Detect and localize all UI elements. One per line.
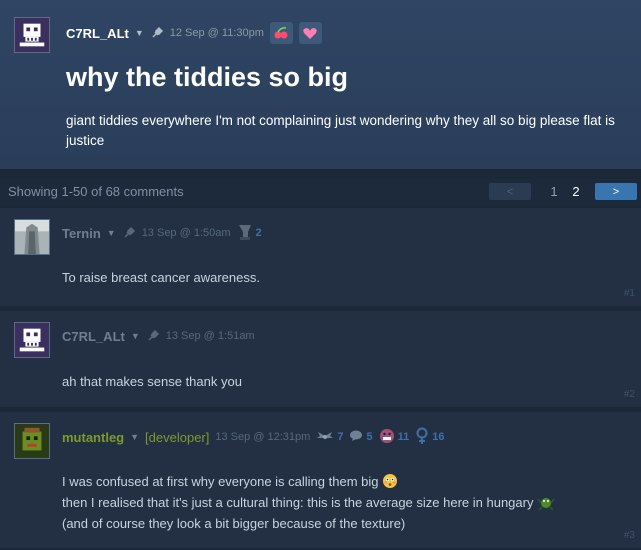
award-count: 11 [397, 431, 410, 443]
comment-author-row: mutantleg ▼ [developer] 13 Sep @ 12:31pm… [62, 427, 444, 448]
comment: C7RL_ALt ▼ 13 Sep @ 1:51am ah that makes… [0, 311, 641, 407]
commenter-avatar[interactable] [14, 219, 50, 255]
op-body: giant tiddies everywhere I'm not complai… [66, 113, 615, 148]
wings-award-icon [316, 430, 334, 445]
award-badge[interactable]: 7 [316, 430, 343, 445]
commenter-avatar[interactable] [14, 423, 50, 459]
chevron-down-icon[interactable]: ▼ [131, 331, 140, 341]
paging-bar: Showing 1-50 of 68 comments < 1 2 > [0, 179, 641, 205]
comment: Ternin ▼ 13 Sep @ 1:50am 2 To raise brea… [0, 208, 641, 306]
comment-author-name[interactable]: mutantleg [62, 430, 124, 445]
pin-icon [146, 329, 160, 343]
comment-line: I was confused at first why everyone is … [62, 473, 555, 494]
pin-icon [122, 226, 136, 240]
comment-author-name[interactable]: C7RL_ALt [62, 329, 125, 344]
op-author-name[interactable]: C7RL_ALt [66, 26, 129, 41]
award-badge[interactable]: 11 [379, 428, 410, 447]
pager: < 1 2 > [489, 183, 637, 200]
comment-line: then I realised that it's just a cultura… [62, 494, 555, 515]
comment-text: ah that makes sense thank you [62, 374, 242, 389]
chevron-down-icon[interactable]: ▼ [135, 28, 144, 38]
skull-icon [15, 323, 49, 357]
grinning-face-award-icon [379, 428, 395, 447]
award-badge[interactable]: 5 [349, 430, 373, 445]
comment-number[interactable]: #3 [624, 530, 635, 541]
original-post: C7RL_ALt ▼ 12 Sep @ 11:30pm why the tidd… [0, 0, 641, 170]
award-count: 16 [432, 431, 445, 443]
commenter-avatar[interactable] [14, 322, 50, 358]
comment-date: 13 Sep @ 1:51am [165, 330, 255, 342]
comment-line-text: then I realised that it's just a cultura… [62, 495, 534, 510]
op-avatar[interactable] [14, 17, 50, 53]
cherry-award-icon[interactable] [269, 22, 293, 44]
speech-bubble-award-icon [349, 430, 363, 445]
op-author-row: C7RL_ALt ▼ 12 Sep @ 11:30pm [66, 22, 322, 44]
comment-line-text: (and of course they look a bit bigger be… [62, 516, 406, 531]
comment-text: I was confused at first why everyone is … [62, 473, 555, 533]
award-count: 2 [255, 227, 262, 239]
comment-line-text: I was confused at first why everyone is … [62, 474, 379, 489]
heart-award-icon[interactable] [298, 22, 322, 44]
comment-date: 13 Sep @ 12:31pm [215, 431, 311, 443]
comment-author-name[interactable]: Ternin [62, 226, 101, 241]
trophy-award-icon [237, 223, 253, 244]
op-date: 12 Sep @ 11:30pm [169, 27, 264, 39]
chevron-down-icon[interactable]: ▼ [107, 228, 116, 238]
award-count: 5 [366, 431, 373, 443]
pin-icon [150, 26, 164, 40]
comment-number[interactable]: #2 [624, 389, 635, 400]
comment-date: 13 Sep @ 1:50am [141, 227, 231, 239]
comment: mutantleg ▼ [developer] 13 Sep @ 12:31pm… [0, 412, 641, 548]
green-creature-emoticon-icon [537, 494, 555, 515]
skull-icon [15, 18, 49, 52]
page-title: why the tiddies so big [66, 62, 349, 92]
prev-page-button[interactable]: < [489, 183, 531, 200]
next-page-button[interactable]: > [595, 183, 637, 200]
developer-tag: [developer] [145, 429, 210, 445]
comment-author-row: Ternin ▼ 13 Sep @ 1:50am 2 [62, 224, 262, 242]
comment-author-row: C7RL_ALt ▼ 13 Sep @ 1:51am [62, 327, 255, 345]
comment-text: To raise breast cancer awareness. [62, 270, 260, 285]
comment-count: Showing 1-50 of 68 comments [8, 184, 184, 199]
page-link-1[interactable]: 1 [543, 184, 565, 199]
comment-number[interactable]: #1 [624, 288, 635, 299]
page-link-2[interactable]: 2 [565, 184, 587, 199]
chevron-down-icon[interactable]: ▼ [130, 432, 139, 442]
award-count: 7 [337, 431, 344, 443]
award-badge[interactable]: 16 [415, 427, 444, 448]
flushed-face-icon [382, 473, 398, 494]
award-badge[interactable]: 2 [237, 223, 262, 244]
female-sign-award-icon [415, 427, 429, 448]
